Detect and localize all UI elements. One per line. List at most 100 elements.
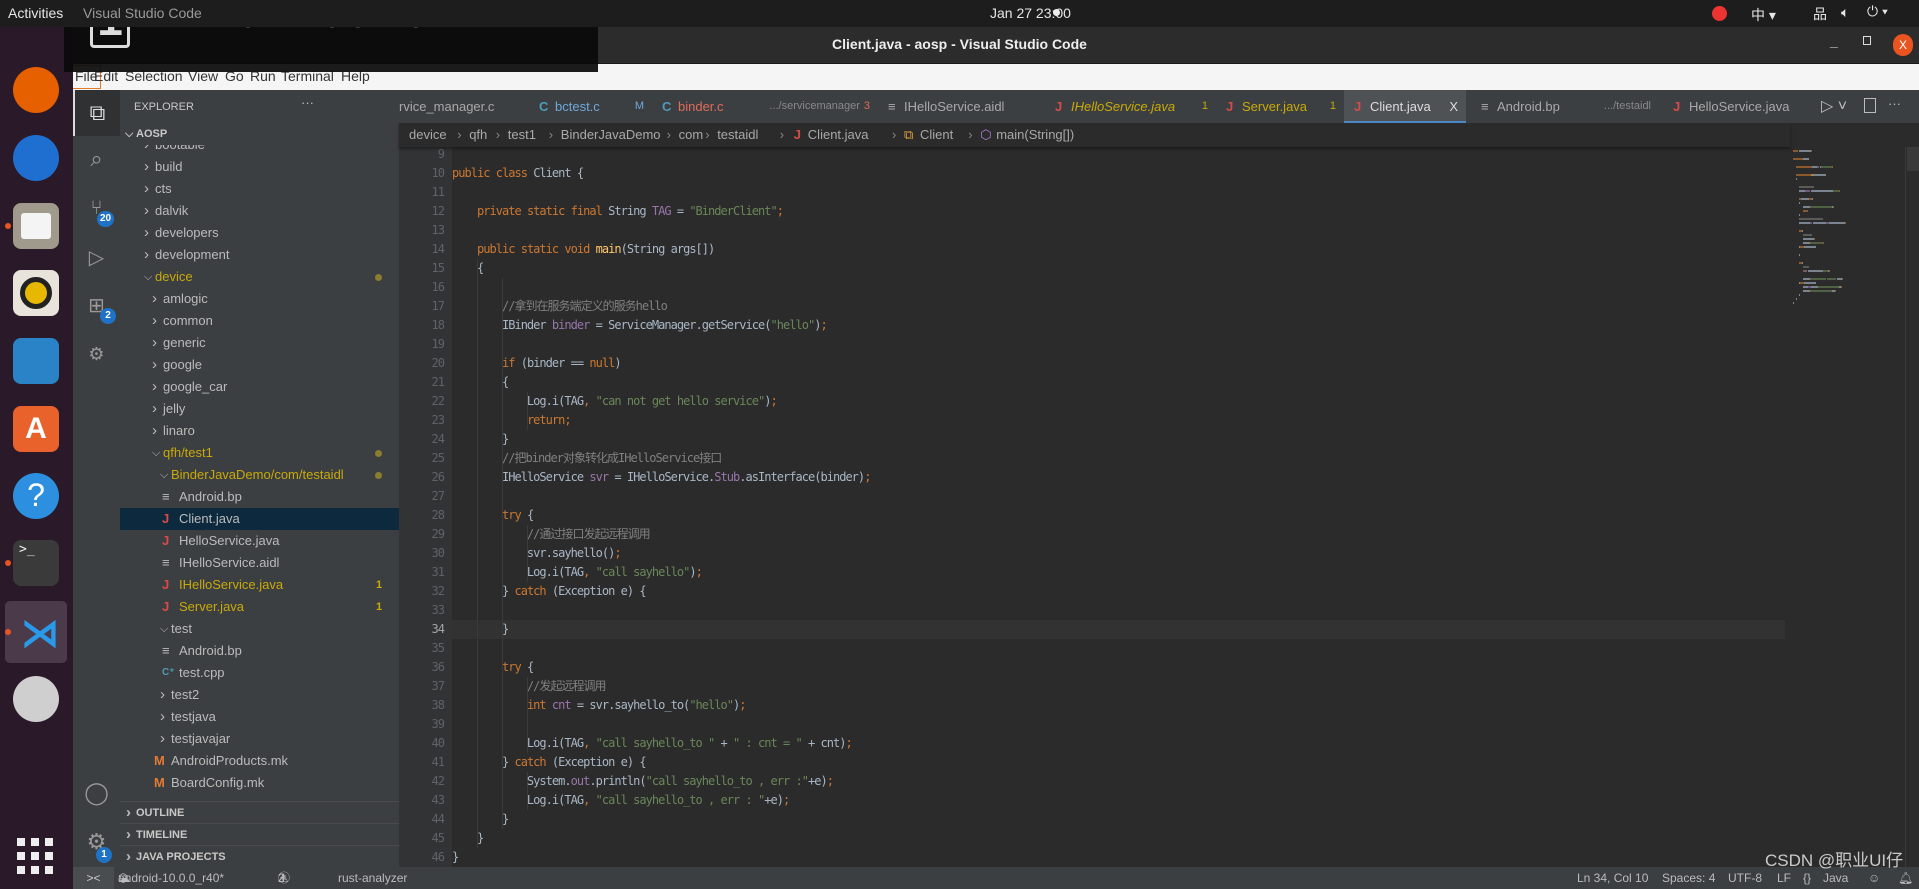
file-item[interactable]: J IHelloService.java 1	[120, 574, 399, 596]
tab-android-bp[interactable]: ≡ Android.bp .../testaidl	[1471, 90, 1663, 123]
vertical-scrollbar[interactable]	[1905, 147, 1919, 867]
code-line[interactable]: }	[452, 430, 509, 449]
code-line[interactable]: //拿到在服务端定义的服务hello	[452, 297, 668, 316]
cmake-button[interactable]: ⚙	[73, 331, 120, 377]
folder-item[interactable]: › generic	[120, 332, 399, 354]
code-line[interactable]: }	[452, 848, 459, 867]
code-line[interactable]: try {	[452, 658, 534, 677]
folder-item[interactable]: › amlogic	[120, 288, 399, 310]
section-timeline[interactable]: › TIMELINE	[120, 823, 399, 845]
maximize-button[interactable]	[1863, 36, 1871, 45]
dock-rhythmbox[interactable]	[13, 270, 59, 316]
file-item[interactable]: J HelloService.java	[120, 530, 399, 552]
explorer-more-button[interactable]: ···	[301, 95, 314, 110]
code-line[interactable]: } catch (Exception e) {	[452, 582, 647, 601]
file-item[interactable]: ≡ IHelloService.aidl	[120, 552, 399, 574]
cursor-position[interactable]: Ln 34, Col 10	[1577, 867, 1648, 889]
volume-icon[interactable]: 🔈︎	[1841, 4, 1849, 21]
code-line[interactable]: } catch (Exception e) {	[452, 753, 647, 772]
code-line[interactable]: //通过接口发起远程调用	[452, 525, 651, 544]
split-editor-button[interactable]	[1864, 98, 1876, 113]
file-item[interactable]: M BoardConfig.mk	[120, 772, 399, 790]
folder-item[interactable]: › bootable	[120, 145, 399, 156]
section-outline[interactable]: › OUTLINE	[120, 801, 399, 823]
tab-rvice-manager-c[interactable]: rvice_manager.c	[399, 90, 529, 123]
code-editor[interactable]: 8910111213141516171819202122232425262728…	[399, 123, 1790, 867]
power-icon[interactable]: ⏻ ▾	[1867, 3, 1888, 20]
code-line[interactable]: if (binder == null)	[452, 354, 622, 373]
more-actions-button[interactable]: ···	[1888, 96, 1901, 111]
breadcrumb-item[interactable]: qfh	[469, 123, 487, 147]
code-line[interactable]: svr.sayhello();	[452, 544, 622, 563]
do-not-disturb-icon[interactable]	[1712, 6, 1727, 21]
dock-files[interactable]	[13, 203, 59, 249]
code-line[interactable]: IHelloService svr = IHelloService.Stub.a…	[452, 468, 872, 487]
breadcrumb-item[interactable]: BinderJavaDemo	[561, 123, 661, 147]
folder-item[interactable]: › development	[120, 244, 399, 266]
folder-item[interactable]: › cts	[120, 178, 399, 200]
code-line[interactable]: {	[452, 373, 509, 392]
folder-item[interactable]: › common	[120, 310, 399, 332]
dock-vscode[interactable]: ⋊	[5, 601, 67, 663]
folder-item[interactable]: › dalvik	[120, 200, 399, 222]
file-item[interactable]: J Server.java 1	[120, 596, 399, 618]
focused-app-label[interactable]: Visual Studio Code	[80, 5, 205, 22]
folder-item[interactable]: ⌵ device	[120, 266, 399, 288]
source-control-button[interactable]: ⑂ 20	[73, 185, 120, 231]
activities-button[interactable]: Activities	[8, 5, 63, 21]
dock-libreoffice-writer[interactable]	[13, 338, 59, 384]
dock-ubuntu-software[interactable]: A	[13, 406, 59, 452]
explorer-button[interactable]: ⧉	[73, 90, 120, 136]
breadcrumb-item[interactable]: Client.java	[808, 123, 869, 147]
manage-button[interactable]: ⚙ 1	[73, 819, 120, 865]
breadcrumb-item[interactable]: testaidl	[717, 123, 758, 147]
section-java-projects[interactable]: › JAVA PROJECTS	[120, 845, 399, 867]
code-line[interactable]: Log.i(TAG, "call sayhello_to , err : "+e…	[452, 791, 790, 810]
folder-item[interactable]: › google	[120, 354, 399, 376]
code-line[interactable]: public class Client {	[452, 164, 584, 183]
tab-helloservice-java[interactable]: J HelloService.java	[1663, 90, 1813, 123]
run-button[interactable]: ▷ ˅	[1821, 96, 1847, 116]
code-line[interactable]: }	[452, 620, 509, 639]
file-item[interactable]: ≡ Android.bp	[120, 640, 399, 662]
folder-item[interactable]: › jelly	[120, 398, 399, 420]
code-line[interactable]: //发起远程调用	[452, 677, 607, 696]
file-item[interactable]: M AndroidProducts.mk	[120, 750, 399, 772]
file-item[interactable]: C⁺ test.cpp	[120, 662, 399, 684]
workspace-root[interactable]: ⌵ AOSP	[120, 123, 399, 145]
breadcrumb-item[interactable]: com	[679, 123, 704, 147]
tab-client-java[interactable]: J Client.java X	[1344, 90, 1466, 123]
dock-terminal[interactable]: >_	[13, 540, 59, 586]
code-line[interactable]: public static void main(String args[])	[452, 240, 715, 259]
accounts-button[interactable]: ◯	[73, 770, 120, 816]
minimap[interactable]	[1790, 147, 1905, 867]
dock-dvd[interactable]	[13, 676, 59, 722]
code-line[interactable]: private static final String TAG = "Binde…	[452, 202, 784, 221]
folder-item[interactable]: › build	[120, 156, 399, 178]
code-line[interactable]: Log.i(TAG, "call sayhello_to " + " : cnt…	[452, 734, 853, 753]
input-method-indicator[interactable]: 中 ▾	[1751, 5, 1776, 25]
code-line[interactable]: Log.i(TAG, "can not get hello service");	[452, 392, 778, 411]
tab-ihelloservice-aidl[interactable]: ≡ IHelloService.aidl	[878, 90, 1045, 123]
remote-button[interactable]: ><	[73, 867, 114, 889]
indentation[interactable]: Spaces: 4	[1662, 867, 1715, 889]
dock-help[interactable]: ?	[13, 473, 59, 519]
code-line[interactable]: Log.i(TAG, "call sayhello");	[452, 563, 703, 582]
tab-server-java[interactable]: J Server.java 1	[1216, 90, 1344, 123]
code-line[interactable]: try {	[452, 506, 534, 525]
dock-firefox[interactable]	[13, 67, 59, 113]
tab-ihelloservice-java[interactable]: J IHelloService.java 1	[1045, 90, 1216, 123]
run-debug-button[interactable]: ▷	[73, 234, 120, 280]
folder-item[interactable]: › google_car	[120, 376, 399, 398]
folder-item[interactable]: ⌵ BinderJavaDemo/com/testaidl	[120, 464, 399, 486]
network-icon[interactable]: 品	[1813, 4, 1827, 24]
rust-analyzer-status[interactable]: rust-analyzer	[338, 867, 407, 889]
encoding[interactable]: UTF-8	[1728, 867, 1762, 889]
breadcrumb-item[interactable]: device	[409, 123, 447, 147]
breadcrumb-item[interactable]: Client	[920, 123, 953, 147]
file-item[interactable]: J Client.java	[120, 508, 399, 530]
breadcrumb-item[interactable]: test1	[508, 123, 536, 147]
dock-thunderbird[interactable]	[13, 135, 59, 181]
close-tab-button[interactable]: X	[1449, 99, 1458, 114]
folder-item[interactable]: ⌵ qfh/test1	[120, 442, 399, 464]
